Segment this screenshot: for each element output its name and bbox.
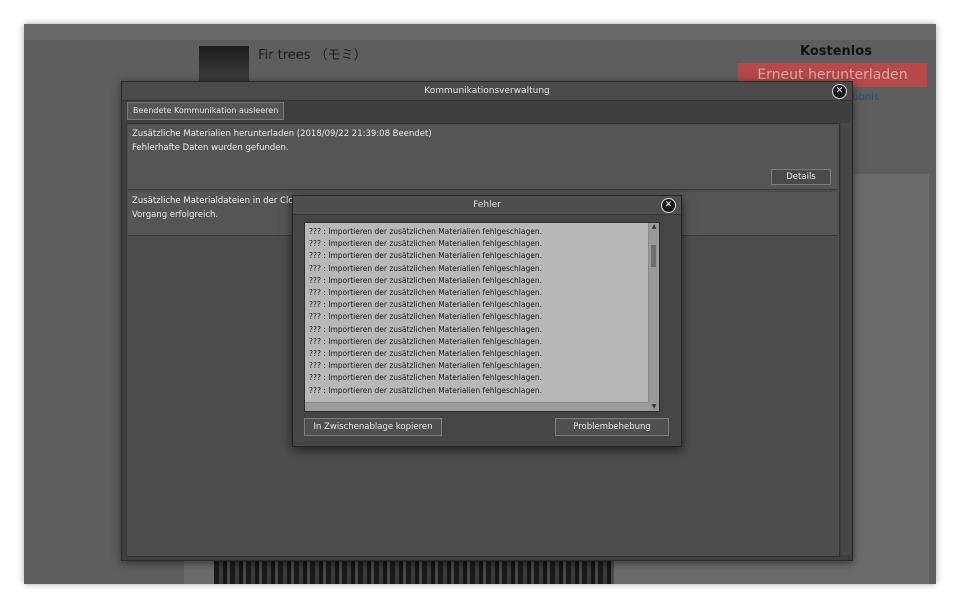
error-dialog: Fehler ✕ ??? : Importieren der zusätzlic… (292, 195, 682, 447)
list-item[interactable]: ??? : Importieren der zusätzlichen Mater… (305, 360, 659, 372)
list-item[interactable]: ??? : Importieren der zusätzlichen Mater… (305, 226, 659, 238)
comm-dialog-titlebar[interactable]: Kommunikationsverwaltung ✕ (122, 82, 852, 101)
list-item[interactable]: ??? : Importieren der zusätzlichen Mater… (305, 263, 659, 275)
comm-list-scrollbar[interactable] (841, 123, 851, 555)
close-icon[interactable]: ✕ (661, 198, 676, 213)
list-item-status: Fehlerhafte Daten wurden gefunden. (132, 143, 289, 153)
material-title: Fir trees （モミ） (258, 48, 367, 63)
comm-dialog-title: Kommunikationsverwaltung (424, 86, 550, 96)
list-item[interactable]: ??? : Importieren der zusätzlichen Mater… (305, 287, 659, 299)
list-item[interactable]: ??? : Importieren der zusätzlichen Mater… (305, 372, 659, 384)
scroll-thumb[interactable] (651, 245, 656, 267)
list-item[interactable]: ??? : Importieren der zusätzlichen Mater… (305, 250, 659, 262)
error-log-horizontal-scrollbar[interactable] (305, 402, 649, 411)
list-item[interactable]: ??? : Importieren der zusätzlichen Mater… (305, 348, 659, 360)
list-item[interactable]: ??? : Importieren der zusätzlichen Mater… (305, 385, 659, 397)
list-item[interactable]: ??? : Importieren der zusätzlichen Mater… (305, 324, 659, 336)
error-log-vertical-scrollbar[interactable]: ▲ ▼ (648, 223, 659, 411)
list-item[interactable]: ??? : Importieren der zusätzlichen Mater… (305, 238, 659, 250)
list-item-title: Zusätzliche Materialien herunterladen (2… (132, 129, 432, 139)
list-item[interactable]: ??? : Importieren der zusätzlichen Mater… (305, 275, 659, 287)
list-item[interactable]: ??? : Importieren der zusätzlichen Mater… (305, 336, 659, 348)
background-header (24, 24, 936, 40)
copy-to-clipboard-button[interactable]: In Zwischenablage kopieren (304, 418, 442, 436)
list-item[interactable]: ??? : Importieren der zusätzlichen Mater… (305, 299, 659, 311)
price-label: Kostenlos (800, 44, 872, 59)
details-button[interactable]: Details (771, 169, 831, 185)
scroll-up-icon[interactable]: ▲ (649, 223, 659, 231)
clear-finished-button[interactable]: Beendete Kommunikation ausleeren (127, 102, 285, 120)
error-rows: ??? : Importieren der zusätzlichen Mater… (305, 223, 659, 397)
list-item[interactable]: ??? : Importieren der zusätzlichen Mater… (305, 311, 659, 323)
scroll-down-icon[interactable]: ▼ (649, 403, 659, 411)
close-icon[interactable]: ✕ (832, 84, 847, 99)
error-dialog-title: Fehler (473, 200, 501, 210)
list-item[interactable]: Zusätzliche Materialien herunterladen (2… (128, 125, 837, 190)
troubleshooting-button[interactable]: Problembehebung (555, 418, 669, 436)
error-dialog-titlebar[interactable]: Fehler ✕ (293, 196, 681, 215)
error-log-list[interactable]: ??? : Importieren der zusätzlichen Mater… (304, 222, 660, 412)
